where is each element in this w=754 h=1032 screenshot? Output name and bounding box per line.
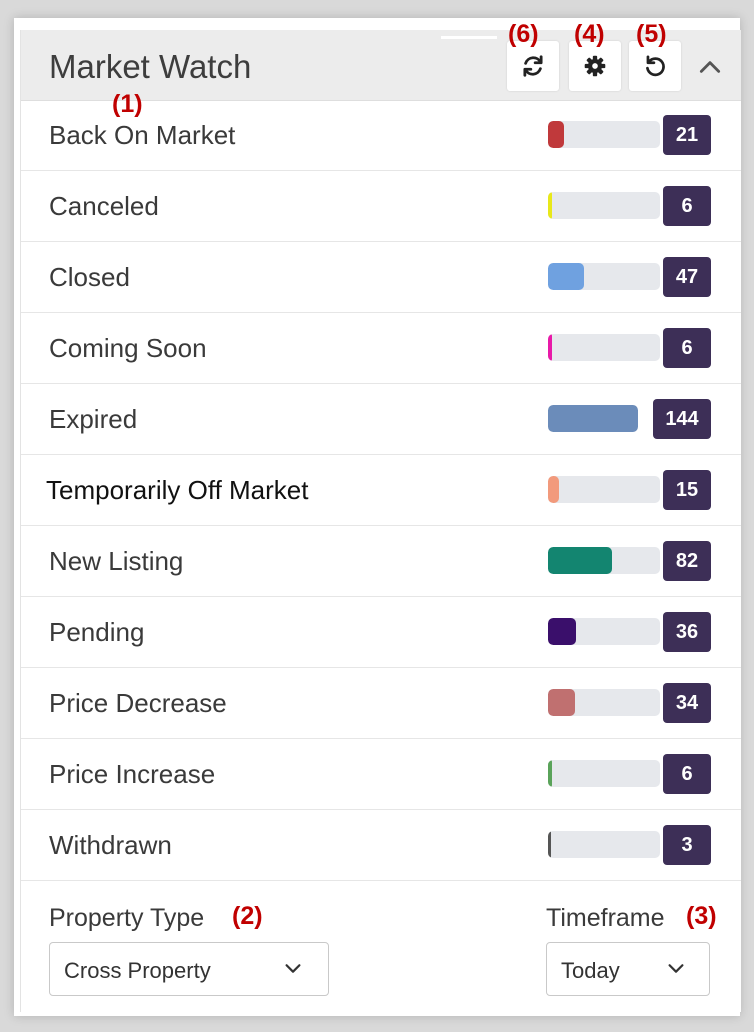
- status-row[interactable]: Temporarily Off Market 15: [21, 455, 741, 526]
- chevron-up-icon: [699, 61, 721, 73]
- status-bar-fill: [548, 192, 552, 219]
- status-row[interactable]: Canceled 6: [21, 171, 741, 242]
- timeframe-label: Timeframe: [546, 904, 665, 932]
- status-label[interactable]: Back On Market: [49, 120, 235, 151]
- status-label[interactable]: Pending: [49, 617, 144, 648]
- status-row[interactable]: Price Increase 6: [21, 739, 741, 810]
- count-badge: 15: [663, 470, 711, 510]
- status-row[interactable]: Coming Soon 6: [21, 313, 741, 384]
- status-label[interactable]: New Listing: [49, 546, 183, 577]
- settings-button[interactable]: [569, 41, 621, 91]
- annotation-3: (3): [686, 902, 717, 930]
- status-label[interactable]: Price Increase: [49, 759, 215, 790]
- status-bar-fill: [548, 405, 638, 432]
- count-badge: 21: [663, 115, 711, 155]
- annotation-4: (4): [574, 20, 605, 48]
- status-bar-fill: [548, 547, 612, 574]
- timeframe-value: Today: [561, 958, 620, 983]
- status-row[interactable]: Closed 47: [21, 242, 741, 313]
- status-bar-track: [548, 760, 660, 787]
- collapse-button[interactable]: [697, 54, 723, 80]
- status-row[interactable]: Withdrawn 3: [21, 810, 741, 881]
- status-label[interactable]: Price Decrease: [49, 688, 227, 719]
- chevron-down-icon: [285, 964, 301, 973]
- status-row[interactable]: Price Decrease 34: [21, 668, 741, 739]
- gear-icon: [584, 55, 606, 77]
- status-bar-fill: [548, 476, 559, 503]
- status-label[interactable]: Expired: [49, 404, 137, 435]
- status-label[interactable]: Canceled: [49, 191, 159, 222]
- status-bar-track: [548, 547, 660, 574]
- count-badge: 144: [653, 399, 711, 439]
- status-list: Back On Market 21 Canceled 6 Closed 47 Coming …: [21, 100, 741, 881]
- drag-handle[interactable]: [441, 36, 497, 39]
- refresh-button[interactable]: [507, 41, 559, 91]
- annotation-6: (6): [508, 20, 539, 48]
- reset-button[interactable]: [629, 41, 681, 91]
- status-label[interactable]: Coming Soon: [49, 333, 207, 364]
- status-label[interactable]: Withdrawn: [49, 830, 172, 861]
- status-bar-fill: [548, 689, 575, 716]
- status-row[interactable]: New Listing 82: [21, 526, 741, 597]
- status-label[interactable]: Temporarily Off Market: [46, 475, 308, 506]
- annotation-1: (1): [112, 90, 143, 118]
- status-row[interactable]: Pending 36: [21, 597, 741, 668]
- property-type-label: Property Type: [49, 904, 205, 932]
- undo-icon: [646, 55, 665, 77]
- status-bar-fill: [548, 263, 584, 290]
- status-bar-track: [548, 618, 660, 645]
- refresh-icon: [523, 55, 543, 77]
- count-badge: 36: [663, 612, 711, 652]
- count-badge: 82: [663, 541, 711, 581]
- panel-title: Market Watch: [49, 48, 252, 85]
- filters-section: Property Type Cross Property Timeframe T…: [21, 878, 741, 1012]
- chevron-down-icon: [668, 964, 684, 973]
- property-type-value: Cross Property: [64, 958, 211, 983]
- count-badge: 6: [663, 754, 711, 794]
- status-bar-fill: [548, 334, 552, 361]
- count-badge: 3: [663, 825, 711, 865]
- timeframe-select[interactable]: Today: [546, 942, 710, 996]
- count-badge: 6: [663, 328, 711, 368]
- status-bar-track: [548, 831, 660, 858]
- status-bar-track: [548, 192, 660, 219]
- status-bar-track: [548, 405, 638, 432]
- property-type-select[interactable]: Cross Property: [49, 942, 329, 996]
- status-bar-fill: [548, 121, 564, 148]
- count-badge: 47: [663, 257, 711, 297]
- count-badge: 6: [663, 186, 711, 226]
- annotation-5: (5): [636, 20, 667, 48]
- status-label[interactable]: Closed: [49, 262, 130, 293]
- status-bar-track: [548, 689, 660, 716]
- annotation-2: (2): [232, 902, 263, 930]
- status-bar-fill: [548, 618, 576, 645]
- status-bar-fill: [548, 831, 551, 858]
- status-bar-track: [548, 334, 660, 361]
- market-watch-panel: Market Watch Back On Market 21 Canceled …: [20, 30, 741, 1012]
- status-bar-track: [548, 476, 660, 503]
- status-bar-fill: [548, 760, 552, 787]
- count-badge: 34: [663, 683, 711, 723]
- status-bar-track: [548, 121, 660, 148]
- status-row[interactable]: Expired 144: [21, 384, 741, 455]
- status-bar-track: [548, 263, 660, 290]
